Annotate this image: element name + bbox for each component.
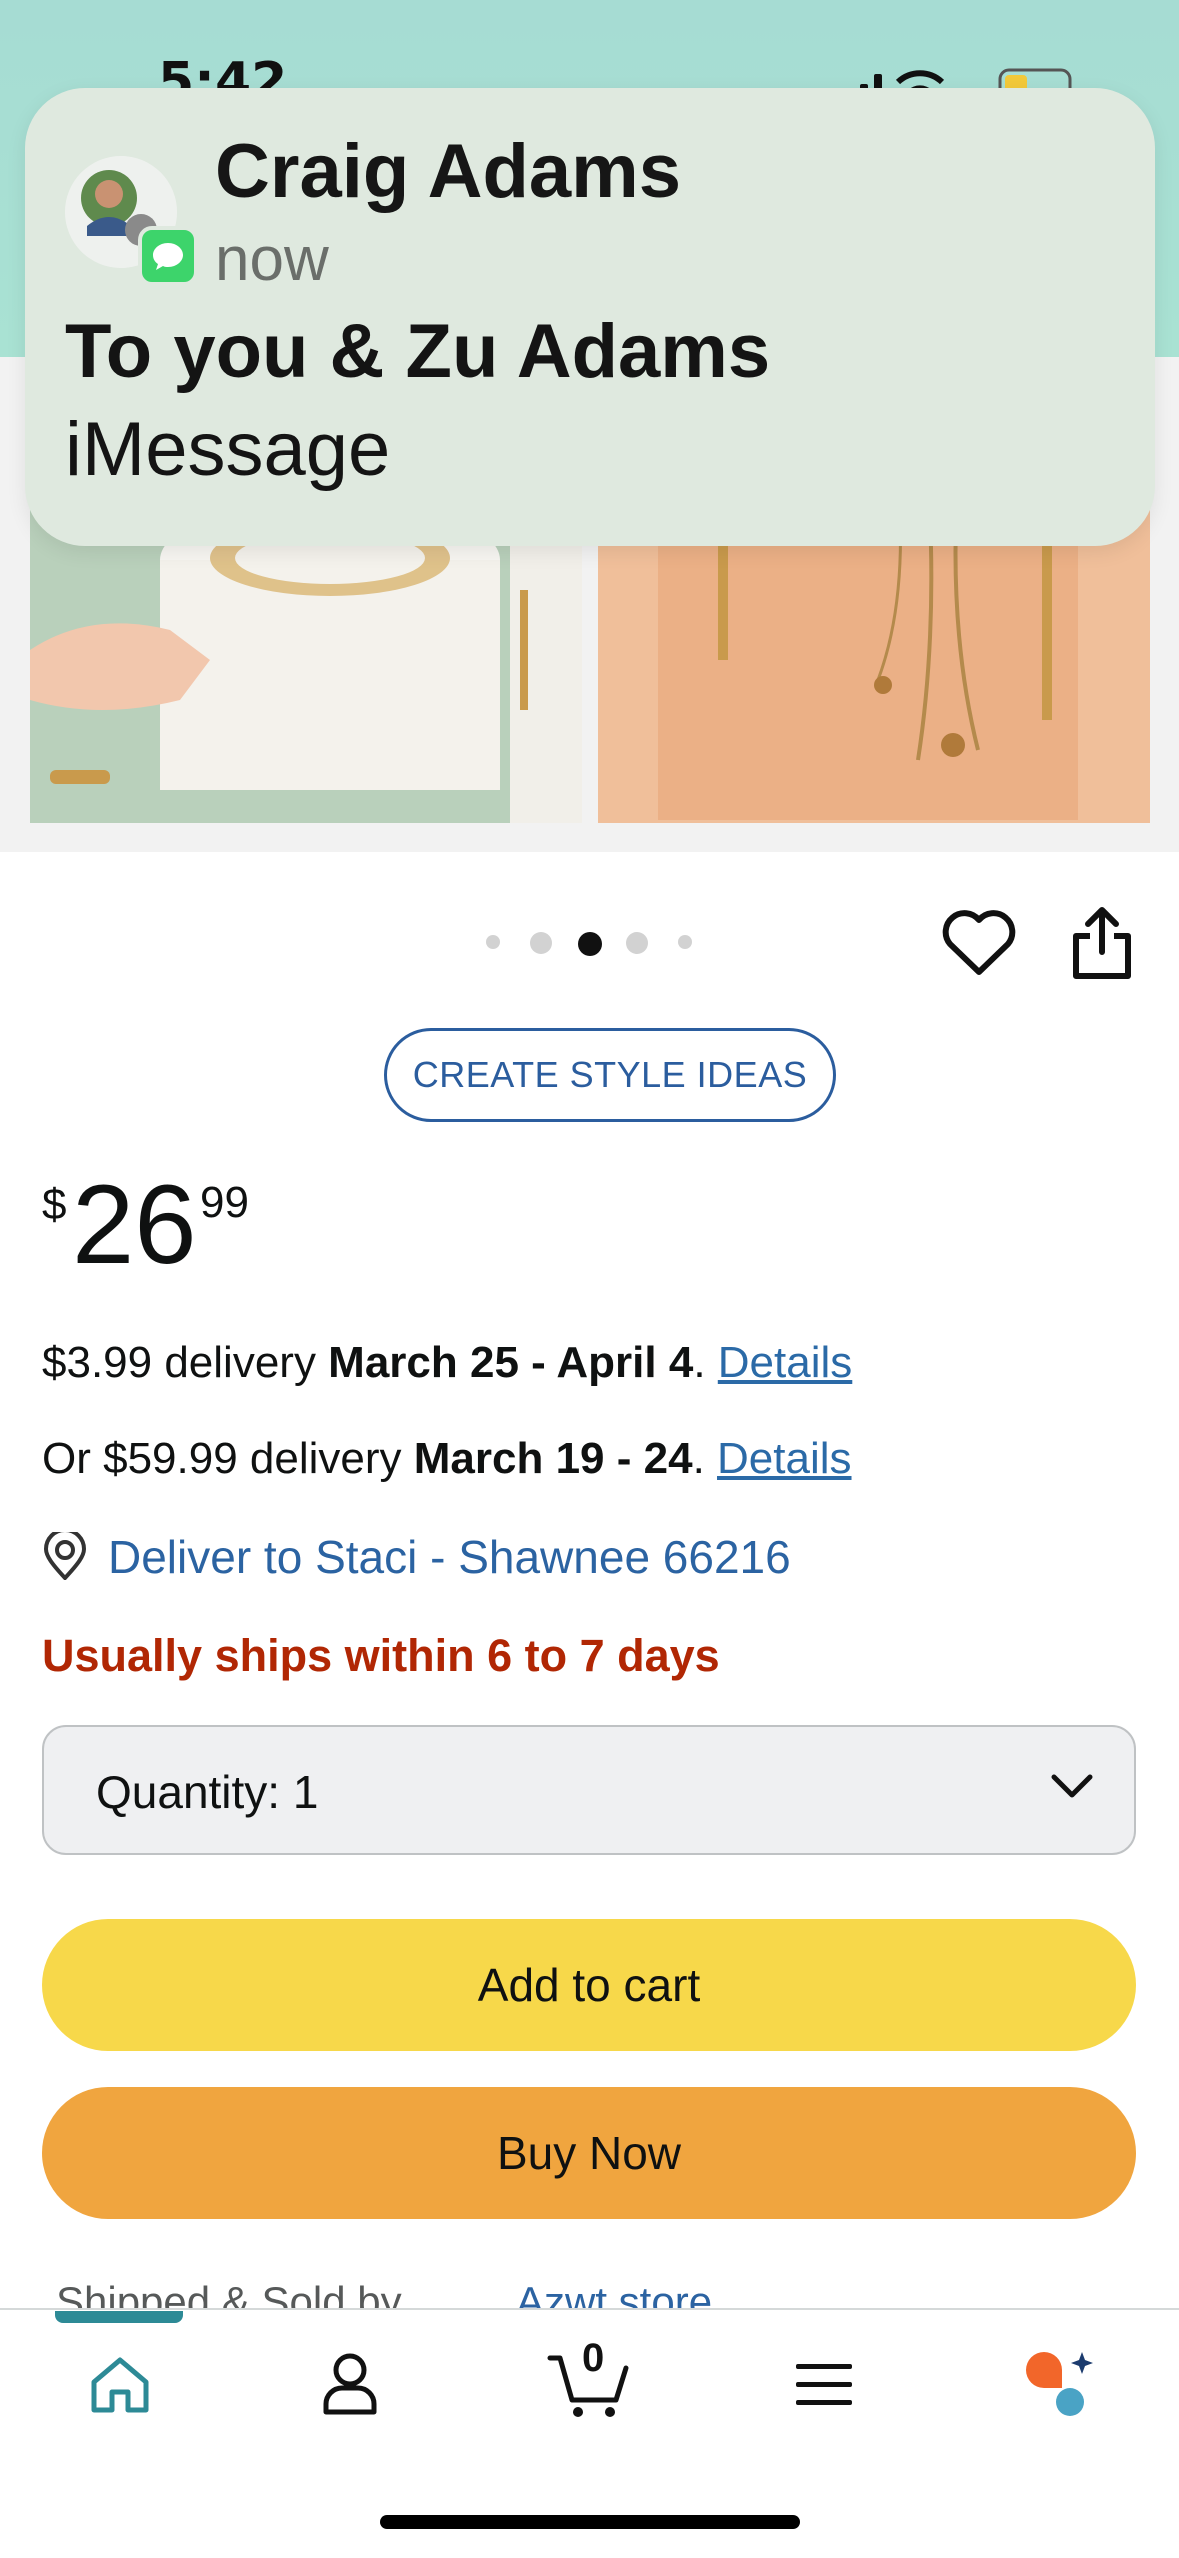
price-fraction: 99 bbox=[200, 1178, 249, 1227]
express-delivery-details-link[interactable]: Details bbox=[717, 1434, 852, 1483]
express-delivery-suffix: . bbox=[692, 1434, 718, 1483]
standard-delivery-prefix: $3.99 delivery bbox=[42, 1338, 329, 1387]
gallery-dot[interactable] bbox=[486, 935, 500, 949]
messages-icon bbox=[138, 226, 198, 286]
notification-time: now bbox=[215, 225, 329, 294]
nav-active-indicator bbox=[55, 2311, 183, 2323]
location-pin-icon bbox=[43, 1532, 87, 1580]
standard-delivery-details-link[interactable]: Details bbox=[718, 1338, 853, 1387]
quantity-select[interactable]: Quantity: 1 bbox=[42, 1725, 1136, 1855]
rufus-icon[interactable] bbox=[1020, 2346, 1096, 2420]
price-currency: $ bbox=[42, 1180, 67, 1229]
menu-icon[interactable] bbox=[794, 2360, 854, 2410]
standard-delivery-suffix: . bbox=[693, 1338, 718, 1387]
express-delivery-dates: March 19 - 24 bbox=[413, 1434, 693, 1483]
notification-body: iMessage bbox=[65, 407, 391, 492]
express-delivery-prefix: Or $59.99 delivery bbox=[42, 1434, 414, 1483]
heart-icon[interactable] bbox=[942, 908, 1016, 978]
standard-delivery-dates: March 25 - April 4 bbox=[328, 1338, 694, 1387]
gallery-dot[interactable] bbox=[626, 932, 648, 954]
price-whole: 26 bbox=[72, 1162, 197, 1287]
account-icon[interactable] bbox=[320, 2350, 380, 2416]
buy-now-button[interactable]: Buy Now bbox=[42, 2087, 1136, 2219]
share-icon[interactable] bbox=[1070, 904, 1134, 980]
express-delivery: Or $59.99 delivery March 19 - 24. Detail… bbox=[42, 1434, 852, 1484]
cart-count: 0 bbox=[582, 2336, 605, 2380]
availability-status: Usually ships within 6 to 7 days bbox=[42, 1630, 720, 1681]
add-to-cart-button[interactable]: Add to cart bbox=[42, 1919, 1136, 2051]
gallery-dot[interactable] bbox=[678, 935, 692, 949]
notification-sender: Craig Adams bbox=[215, 129, 681, 214]
home-icon[interactable] bbox=[88, 2354, 152, 2414]
deliver-to-link[interactable]: Deliver to Staci - Shawnee 66216 bbox=[108, 1530, 791, 1584]
quantity-label: Quantity: 1 bbox=[96, 1766, 319, 1818]
create-style-ideas-button[interactable]: CREATE STYLE IDEAS bbox=[384, 1028, 836, 1122]
imessage-notification[interactable]: Craig Adams now To you & Zu Adams iMessa… bbox=[25, 88, 1155, 546]
quantity-value: 1 bbox=[292, 1766, 319, 1818]
chevron-down-icon bbox=[1051, 1774, 1093, 1798]
cart-icon[interactable]: 0 bbox=[546, 2336, 630, 2420]
notification-title: To you & Zu Adams bbox=[65, 309, 771, 394]
home-indicator bbox=[380, 2515, 800, 2529]
gallery-dot[interactable] bbox=[530, 932, 552, 954]
gallery-dot-active[interactable] bbox=[578, 932, 602, 956]
standard-delivery: $3.99 delivery March 25 - April 4. Detai… bbox=[42, 1338, 852, 1388]
